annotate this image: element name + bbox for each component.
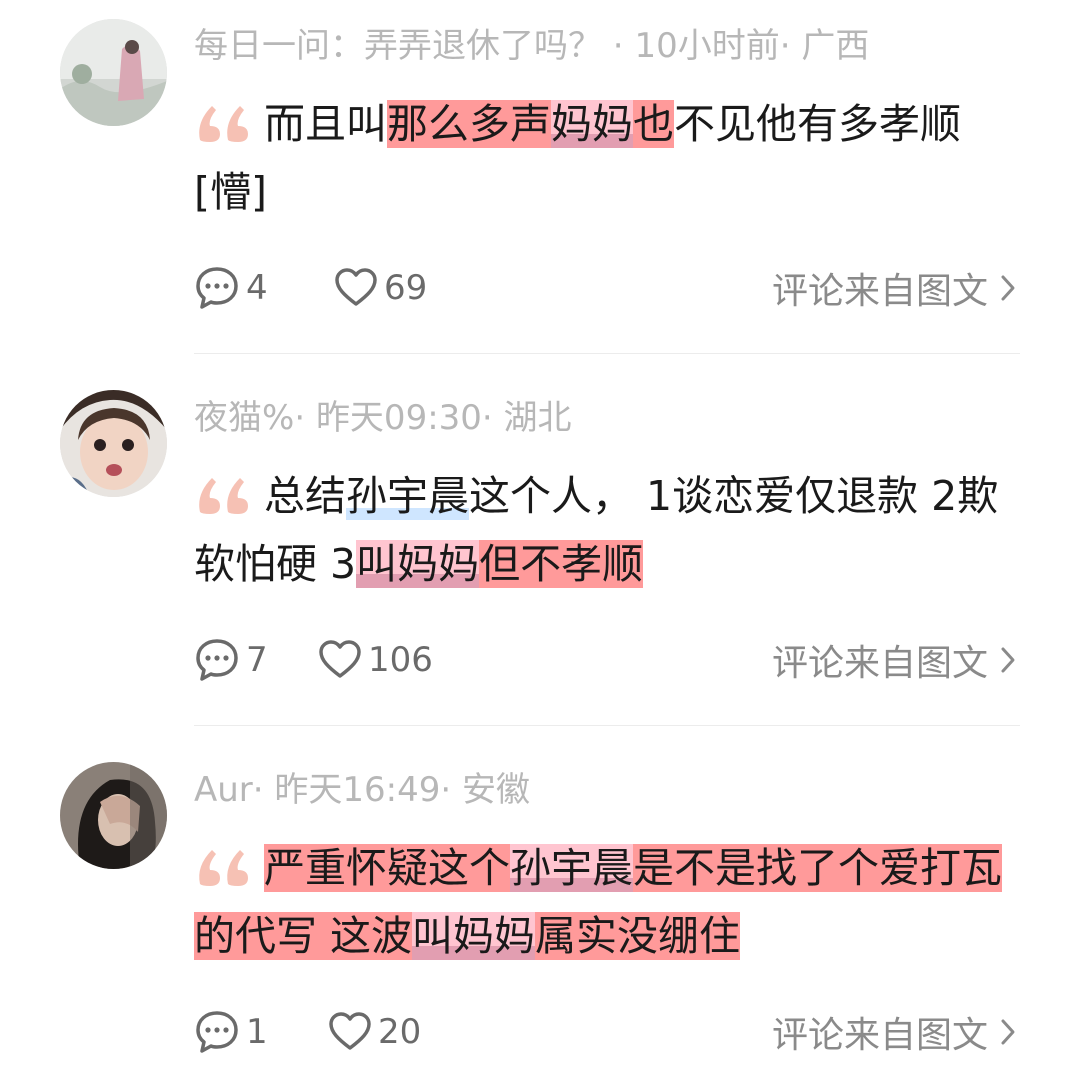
- username[interactable]: 夜猫%: [194, 398, 294, 438]
- heart-icon: [335, 268, 377, 306]
- chevron-right-icon: [1001, 275, 1015, 301]
- divider: [194, 725, 1020, 726]
- comment-meta: 夜猫%· 昨天09:30· 湖北: [194, 398, 572, 438]
- text-segment: 而且叫: [264, 100, 387, 148]
- avatar[interactable]: [60, 19, 167, 126]
- reply-count: 1: [246, 1012, 268, 1052]
- source-label: 评论来自图文: [771, 271, 988, 312]
- chevron-right-icon: [1001, 647, 1015, 673]
- like-button[interactable]: 106: [318, 635, 433, 685]
- highlight-segment: 叫妈妈: [356, 540, 480, 588]
- source-link[interactable]: 评论来自图文: [772, 635, 1016, 685]
- reply-button[interactable]: 7: [194, 635, 268, 685]
- comment-actions: 4 69 评论来自图文: [194, 263, 1024, 313]
- highlight-segment: 属实没绷住: [535, 912, 741, 960]
- comment-time: 10小时前: [634, 26, 780, 66]
- comment-region: 广西: [801, 26, 870, 66]
- source-link[interactable]: 评论来自图文: [772, 263, 1016, 313]
- comment-text: 总结孙宇晨这个人， 1谈恋爱仅退款 2欺软怕硬 3叫妈妈但不孝顺: [194, 462, 1024, 598]
- source-link[interactable]: 评论来自图文: [772, 1007, 1016, 1057]
- comment-meta: Aur· 昨天16:49· 安徽: [194, 770, 531, 810]
- like-count: 106: [368, 640, 433, 680]
- comment-bubble-icon: [196, 267, 238, 309]
- highlight-segment: 孙宇晨: [510, 844, 633, 892]
- heart-icon: [329, 1012, 371, 1050]
- avatar[interactable]: [60, 762, 167, 869]
- quote-mark-icon: [199, 478, 248, 514]
- comment-time: 昨天16:49: [274, 770, 441, 810]
- reply-button[interactable]: 1: [194, 1007, 268, 1057]
- highlight-segment: 但不孝顺: [479, 540, 644, 588]
- chevron-right-icon: [1001, 1019, 1015, 1045]
- reply-count: 7: [246, 640, 268, 680]
- like-count: 69: [384, 268, 428, 308]
- highlight-segment: 叫妈妈: [412, 912, 536, 960]
- avatar[interactable]: [60, 390, 167, 497]
- comment-time: 昨天09:30: [315, 398, 482, 438]
- comment-text: 严重怀疑这个孙宇晨是不是找了个爱打瓦的代写 这波叫妈妈属实没绷住: [194, 834, 1024, 970]
- like-count: 20: [378, 1012, 422, 1052]
- comment-region: 安徽: [462, 770, 531, 810]
- comment-bubble-icon: [196, 639, 238, 681]
- divider: [194, 353, 1020, 354]
- comment-actions: 1 20 评论来自图文: [194, 1007, 1024, 1057]
- comment-region: 湖北: [503, 398, 572, 438]
- highlight-segment: 严重怀疑这个: [264, 844, 510, 892]
- highlight-segment: 妈妈: [551, 100, 633, 148]
- comment-bubble-icon: [196, 1011, 238, 1053]
- source-label: 评论来自图文: [771, 1015, 988, 1056]
- heart-icon: [319, 640, 361, 678]
- like-button[interactable]: 69: [334, 263, 427, 313]
- reply-count: 4: [246, 268, 268, 308]
- reply-button[interactable]: 4: [194, 263, 268, 313]
- quote-mark-icon: [199, 106, 248, 142]
- username[interactable]: Aur: [194, 770, 253, 810]
- highlight-segment: 也: [633, 100, 674, 148]
- comment-text: 而且叫那么多声妈妈也不见他有多孝顺[懵]: [194, 90, 1024, 226]
- highlight-segment: 孙宇晨: [346, 472, 469, 520]
- comment-actions: 7 106 评论来自图文: [194, 635, 1024, 685]
- quote-mark-icon: [199, 850, 248, 886]
- like-button[interactable]: 20: [328, 1007, 421, 1057]
- username[interactable]: 每日一问：弄弄退休了吗？: [194, 26, 602, 66]
- highlight-segment: 那么多声: [387, 100, 551, 148]
- comment-meta: 每日一问：弄弄退休了吗？ · 10小时前· 广西: [194, 26, 870, 66]
- text-segment: 总结: [264, 472, 346, 520]
- source-label: 评论来自图文: [771, 643, 988, 684]
